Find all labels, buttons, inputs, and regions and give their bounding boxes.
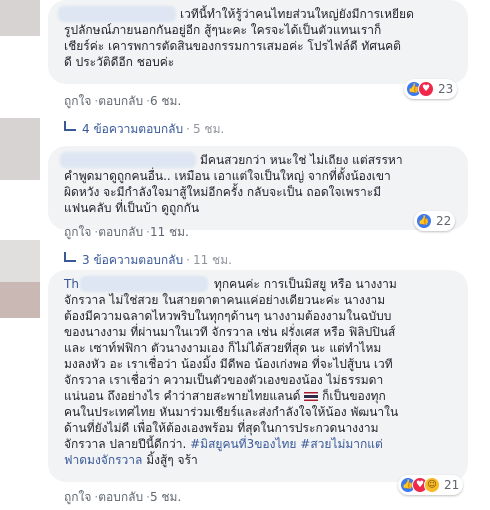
comment-text: ฟาดมงจักรวาล มิ้งสู้ๆ จร้า — [64, 452, 198, 468]
comment-time[interactable]: 6 ชม. — [150, 94, 181, 108]
replies-time: 11 ชม. — [192, 253, 232, 267]
comment-text: จักรวาล ไม่ใช่สวย ในสายตาตาคนแค่อย่างเดี… — [64, 293, 386, 307]
hashtag-link[interactable]: #สวยไม่มากแต่ — [300, 437, 383, 451]
commenter-name[interactable] — [80, 276, 208, 292]
comment-text: จักรวาล ปลายปีนี้ดีกว่า. #มิสยูคนที่3ของ… — [64, 436, 383, 452]
comment-actions: ถูกใจ ·ตอบกลับ ·5 ชม. — [64, 490, 182, 504]
comment-time[interactable]: 5 ชม. — [150, 490, 181, 504]
comment-text: ดี ประวัติดีอีก ชอบค่ะ — [64, 55, 175, 69]
reaction-count: 22 — [436, 214, 452, 228]
like-link[interactable]: ถูกใจ — [64, 225, 91, 239]
like-reaction-icon: 👍 — [416, 213, 432, 229]
replies-count[interactable]: 4 ข้อความตอบกลับ — [82, 122, 183, 136]
comment-time[interactable]: 11 ชม. — [150, 225, 189, 239]
avatar[interactable] — [0, 118, 40, 180]
reply-link[interactable]: ตอบกลับ — [98, 490, 143, 504]
reaction-count: 23 — [438, 82, 454, 96]
avatar[interactable] — [0, 0, 40, 36]
comment-text-segment: ก็เป็นของทุก — [322, 389, 386, 403]
comment-text: คำพูดมาดูถูกคนอื่น.. เหมือน เอาแต่ใจเป็น… — [64, 169, 391, 183]
comment-text: ด้านที่ยังไม่ดี เพื่อให้ต้องเองพร้อม ที่… — [64, 421, 379, 435]
comment-actions: ถูกใจ ·ตอบกลับ ·11 ชม. — [64, 225, 189, 239]
comment-text: รูปลักษณ์ภายนอกกันอยู่อีก สู้ๆนะคะ ใครจะ… — [64, 23, 382, 37]
reply-arrow-icon — [64, 121, 76, 131]
comment-text: มงลงหัว อะ เราเชื่อว่า น้องมิ้ง มีดีพอ น… — [64, 357, 393, 371]
hashtag-link[interactable]: #มิสยูคนที่3ของไทย — [190, 437, 296, 451]
haha-reaction-icon: ☺ — [424, 477, 440, 493]
comment-text-segment: แน่นอน ถึงอย่างไร คำว่าสายสะพายไทยแลนด์ — [64, 389, 301, 403]
like-link[interactable]: ถูกใจ — [64, 490, 91, 504]
reply-arrow-icon — [64, 252, 76, 262]
comment-text: ผิดหวัง จะมีกำลังใจมาสู้ใหม่อีกครั้ง กลั… — [64, 185, 382, 199]
comment-text-segment: มิ้งสู้ๆ จร้า — [146, 453, 198, 467]
avatar[interactable] — [0, 282, 40, 318]
comment-text: แฟนคลับ ที่เป็นบ้า ดูถูกกัน — [64, 201, 200, 215]
comment-text: ต้องมีความฉลาดไหวพริบในทุกๆด้านๆ นางงามต… — [64, 309, 392, 323]
comment-actions: ถูกใจ ·ตอบกลับ ·6 ชม. — [64, 94, 182, 108]
reply-link[interactable]: ตอบกลับ — [98, 94, 143, 108]
hashtag-link[interactable]: ฟาดมงจักรวาล — [64, 453, 142, 467]
like-link[interactable]: ถูกใจ — [64, 94, 91, 108]
comment-text: เวทีนี้ทำให้รู้ว่าคนไทยส่วนใหญ่ยังมีการเ… — [180, 7, 414, 21]
comment-text: ของนางงาม ที่ผ่านมาในเวที จักรวาล เช่น ฝ… — [64, 325, 396, 339]
comment-text: เชียร์ค่ะ เคารพการตัดสินของกรรมการเสมอค่… — [64, 39, 401, 53]
comment-text: ทุกคนค่ะ การเป็นมิสยู หรือ นางงาม — [214, 277, 397, 291]
reply-link[interactable]: ตอบกลับ — [98, 225, 143, 239]
commenter-name[interactable] — [58, 6, 176, 22]
comment-text: จักรวาล เราเชื่อว่า ความเป็นตัวของตัวเอง… — [64, 373, 384, 387]
reaction-summary[interactable]: 👍 22 — [414, 211, 456, 231]
reaction-summary[interactable]: 👍 ♥ 23 — [404, 79, 458, 99]
replies-count[interactable]: 3 ข้อความตอบกลับ — [82, 253, 183, 267]
comment-text: แน่นอน ถึงอย่างไร คำว่าสายสะพายไทยแลนด์ … — [64, 388, 386, 404]
love-reaction-icon: ♥ — [418, 81, 434, 97]
reaction-count: 21 — [444, 478, 460, 492]
comment-text: คนในประเทศไทย หันมาร่วมเชียร์และส่งกำลัง… — [64, 405, 399, 419]
reaction-summary[interactable]: 👍 ♥ ☺ 21 — [398, 475, 464, 495]
thailand-flag-icon — [304, 392, 319, 401]
commenter-name[interactable] — [60, 152, 196, 168]
replies-time: 5 ชม. — [192, 122, 225, 136]
view-replies[interactable]: 4 ข้อความตอบกลับ · 5 ชม. — [64, 120, 224, 139]
comment-text-segment: จักรวาล ปลายปีนี้ดีกว่า. — [64, 437, 187, 451]
commenter-name-partial[interactable]: Th — [64, 276, 79, 292]
comment-text: มีคนสวยกว่า หนะใช่ ไม่เถียง แต่สรรหา — [200, 153, 403, 167]
comment-text: และ เซาท์ฟฟิกา ตัวนางงามเอง ก็ไม่ได้สวยท… — [64, 341, 382, 355]
view-replies[interactable]: 3 ข้อความตอบกลับ · 11 ชม. — [64, 251, 232, 270]
avatar[interactable] — [0, 240, 40, 282]
